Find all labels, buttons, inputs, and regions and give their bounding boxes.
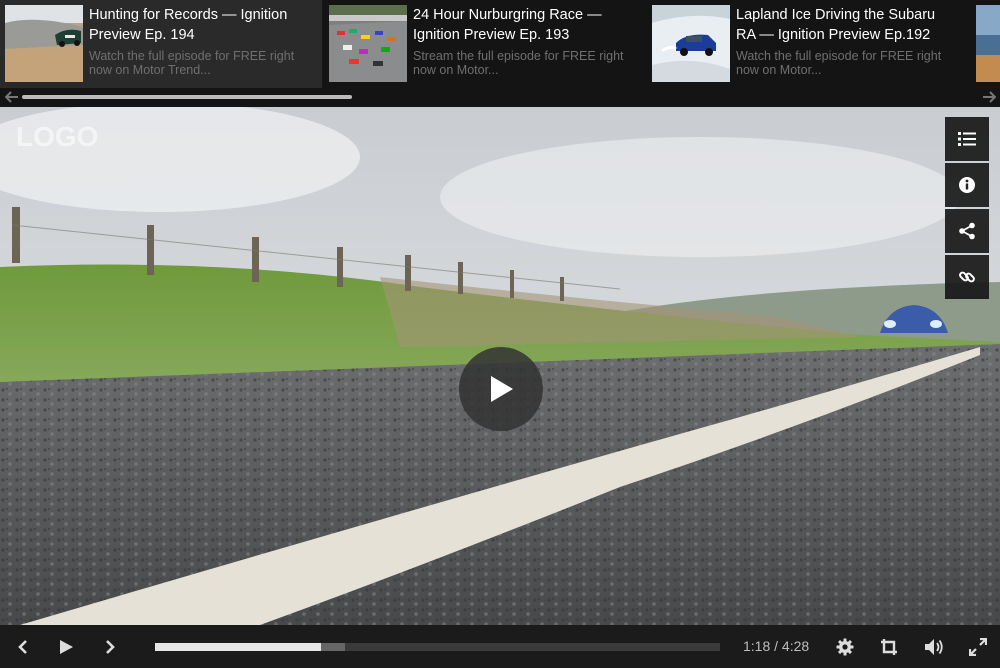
control-bar: 1:18 / 4:28 — [0, 625, 1000, 668]
big-play-button[interactable] — [459, 347, 543, 431]
previous-video-button[interactable] — [10, 625, 36, 668]
playlist-item-description: Watch the full episode for FREE right no… — [89, 49, 295, 77]
time-display: 1:18 / 4:28 — [743, 638, 810, 654]
play-button[interactable] — [52, 625, 80, 668]
link-icon — [959, 271, 975, 283]
playlist-item-description: Watch the full episode for FREE right no… — [736, 49, 942, 77]
chevron-right-icon — [106, 639, 115, 654]
progress-bar[interactable] — [155, 643, 720, 651]
playlist-item-title: 24 Hour Nurburgring Race — Ignition Prev… — [413, 7, 602, 43]
settings-button[interactable] — [833, 625, 857, 668]
playlist-prev-button[interactable] — [3, 89, 21, 105]
chevron-left-icon — [18, 639, 27, 654]
fullscreen-button[interactable] — [966, 625, 990, 668]
playlist-item[interactable] — [970, 0, 1000, 88]
video-viewport[interactable]: LOGO — [0, 107, 1000, 625]
playlist-item-title: Hunting for Records — Ignition Preview E… — [89, 7, 288, 43]
gear-icon — [836, 638, 854, 655]
race-track-thumbnail — [329, 5, 407, 82]
video-thumbnail — [976, 5, 1000, 82]
playlist-item-title: Lapland Ice Driving the Subaru RA — Igni… — [736, 7, 936, 43]
snow-car-thumbnail — [652, 5, 730, 82]
share-button[interactable] — [945, 209, 989, 253]
playlist-toggle-button[interactable] — [945, 117, 989, 161]
playlist-items: Hunting for Records — Ignition Preview E… — [0, 0, 1000, 88]
played-bar — [155, 643, 322, 651]
next-video-button[interactable] — [97, 625, 123, 668]
crop-button[interactable] — [877, 625, 901, 668]
play-icon — [60, 639, 73, 654]
crop-icon — [881, 638, 897, 655]
share-icon — [959, 222, 975, 240]
fullscreen-icon — [969, 637, 987, 656]
player-logo: LOGO — [16, 121, 99, 152]
link-button[interactable] — [945, 255, 989, 299]
info-icon — [959, 177, 975, 193]
racing-car-thumbnail — [5, 5, 83, 82]
playlist-scrollbar[interactable] — [22, 95, 352, 99]
list-icon — [958, 132, 976, 146]
playlist-next-button[interactable] — [980, 89, 998, 105]
volume-button[interactable] — [921, 625, 947, 668]
playlist-item-description: Stream the full episode for FREE right n… — [413, 49, 624, 77]
info-button[interactable] — [945, 163, 989, 207]
arrow-right-icon — [983, 91, 996, 103]
playlist-item[interactable]: Hunting for Records — Ignition Preview E… — [0, 0, 322, 88]
playlist-item[interactable]: Lapland Ice Driving the Subaru RA — Igni… — [647, 0, 969, 88]
arrow-left-icon — [5, 91, 18, 103]
playlist-item[interactable]: 24 Hour Nurburgring Race — Ignition Prev… — [324, 0, 646, 88]
playlist-strip: Hunting for Records — Ignition Preview E… — [0, 0, 1000, 107]
volume-icon — [925, 638, 943, 655]
play-icon — [491, 376, 513, 402]
